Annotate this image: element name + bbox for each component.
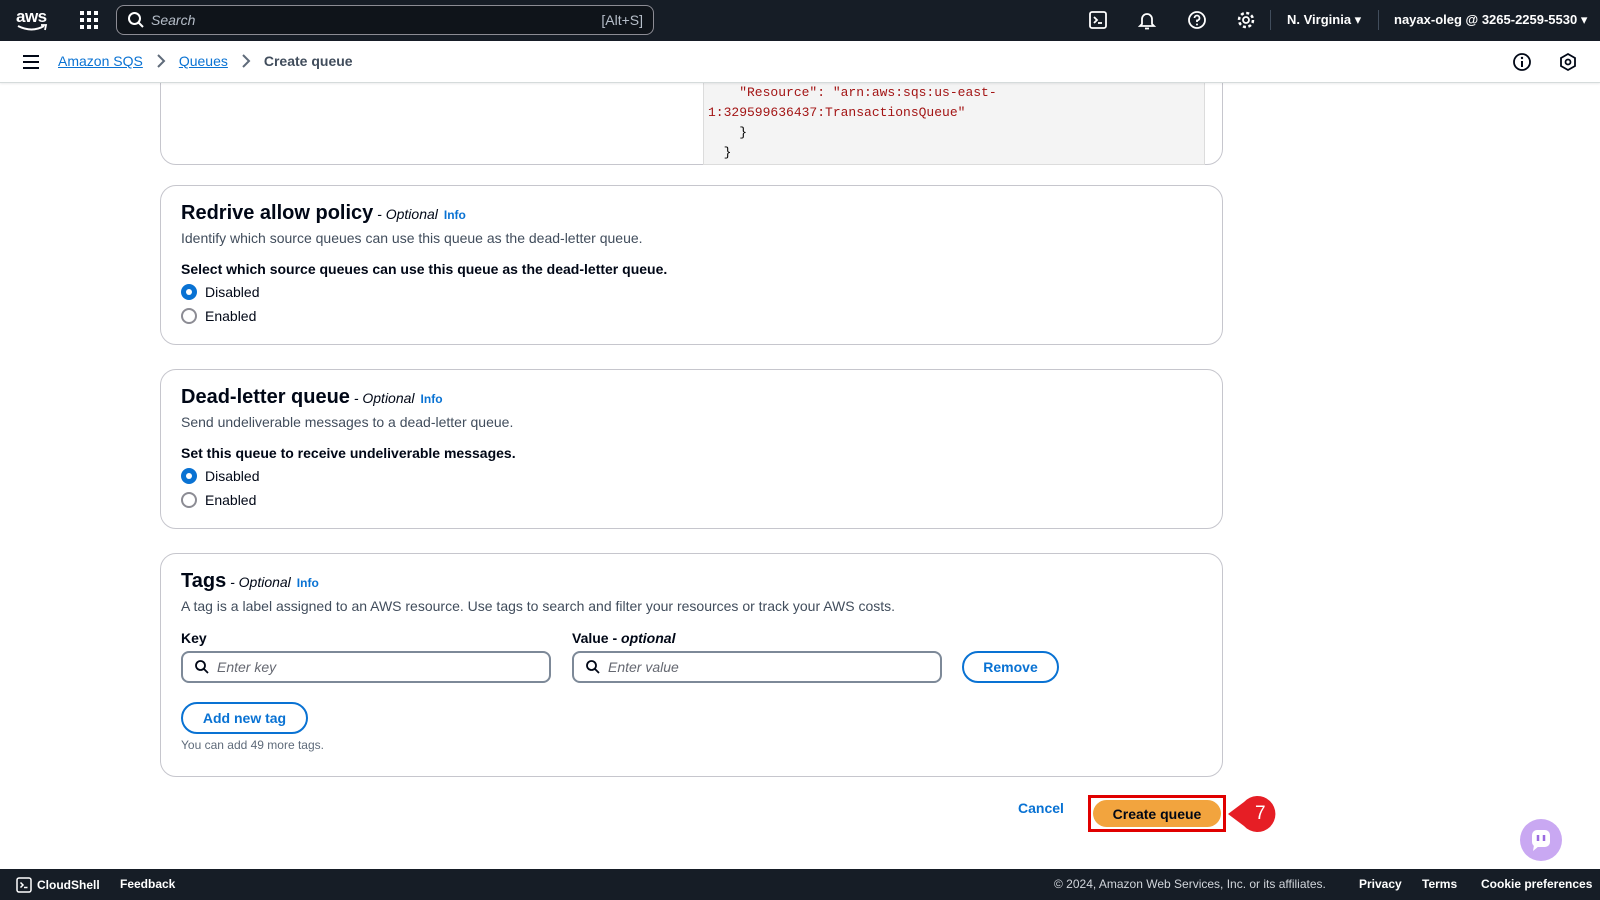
top-navigation: aws [Alt+S] N. Vir <box>0 0 1600 41</box>
tags-panel: Tags - Optional Info A tag is a label ass… <box>160 553 1223 777</box>
add-new-tag-button[interactable]: Add new tag <box>181 702 308 734</box>
aws-logo-text: aws <box>16 7 47 26</box>
radio-button[interactable] <box>181 492 197 508</box>
breadcrumb-current: Create queue <box>263 53 353 69</box>
radio-redrive-enabled[interactable]: Enabled <box>181 308 256 324</box>
redrive-title: Redrive allow policy <box>181 202 374 224</box>
chat-icon <box>1532 830 1550 851</box>
tag-key-input-wrapper[interactable] <box>181 651 551 683</box>
section-title: Redrive allow policy - Optional Info <box>181 202 466 225</box>
value-label-text: Value - <box>572 630 622 646</box>
optional-label: - Optional <box>226 574 291 590</box>
radio-label: Disabled <box>205 284 260 300</box>
cloudshell-label: CloudShell <box>37 878 100 892</box>
breadcrumb-amazon-sqs[interactable]: Amazon SQS <box>58 53 143 69</box>
section-title: Dead-letter queue - Optional Info <box>181 386 443 409</box>
chevron-right-icon <box>157 54 166 68</box>
radio-label: Enabled <box>205 308 257 324</box>
account-menu[interactable]: nayax-oleg @ 3265-2259-5530 ▾ <box>1394 12 1587 28</box>
cloudshell-icon[interactable] <box>1088 10 1108 30</box>
code-line: "Resource": "arn:aws:sqs:us-east- <box>708 85 997 100</box>
help-icon[interactable] <box>1187 10 1207 30</box>
dlq-description: Send undeliverable messages to a dead-le… <box>181 414 514 430</box>
create-queue-button[interactable]: Create queue <box>1093 800 1221 827</box>
radio-label: Disabled <box>205 468 260 484</box>
footer-copyright: © 2024, Amazon Web Services, Inc. or its… <box>1054 877 1326 891</box>
hexagon-settings-icon[interactable] <box>1558 52 1578 72</box>
radio-dlq-disabled[interactable]: Disabled <box>181 468 259 484</box>
redrive-description: Identify which source queues can use thi… <box>181 230 643 246</box>
region-selector[interactable]: N. Virginia ▾ <box>1287 12 1361 28</box>
footer-cookie-preferences-link[interactable]: Cookie preferences <box>1481 877 1592 891</box>
tags-title: Tags <box>181 570 227 592</box>
tag-key-input[interactable] <box>217 659 517 675</box>
dlq-question: Set this queue to receive undeliverable … <box>181 445 516 461</box>
services-grid-icon[interactable] <box>80 11 98 29</box>
notifications-bell-icon[interactable] <box>1137 10 1157 30</box>
radio-button[interactable] <box>181 308 197 324</box>
cancel-button[interactable]: Cancel <box>1018 800 1064 816</box>
access-policy-panel: "Resource": "arn:aws:sqs:us-east- 1:3295… <box>160 83 1223 165</box>
info-link[interactable]: Info <box>444 208 466 222</box>
search-shortcut: [Alt+S] <box>601 12 643 28</box>
chat-assistant-button[interactable] <box>1520 819 1562 861</box>
breadcrumb-queues[interactable]: Queues <box>179 53 228 69</box>
aws-logo[interactable]: aws <box>16 8 50 34</box>
code-line: } <box>708 145 732 160</box>
code-line: } <box>708 125 748 140</box>
redrive-allow-policy-panel: Redrive allow policy - Optional Info Iden… <box>160 185 1223 345</box>
footer-cloudshell[interactable]: CloudShell <box>16 877 100 893</box>
footer-terms-link[interactable]: Terms <box>1422 877 1457 891</box>
footer-feedback[interactable]: Feedback <box>120 877 175 891</box>
dlq-title: Dead-letter queue <box>181 386 350 408</box>
footer: CloudShell Feedback © 2024, Amazon Web S… <box>0 869 1600 900</box>
main-content: "Resource": "arn:aws:sqs:us-east- 1:3295… <box>0 83 1600 869</box>
tag-value-input[interactable] <box>608 659 908 675</box>
global-search[interactable]: [Alt+S] <box>116 5 654 35</box>
search-icon <box>128 12 144 28</box>
radio-button-selected[interactable] <box>181 284 197 300</box>
nav-divider <box>1378 10 1379 30</box>
dead-letter-queue-panel: Dead-letter queue - Optional Info Send un… <box>160 369 1223 529</box>
access-policy-json-editor[interactable]: "Resource": "arn:aws:sqs:us-east- 1:3295… <box>703 83 1205 165</box>
step-marker: 7 <box>1228 794 1288 834</box>
radio-label: Enabled <box>205 492 257 508</box>
redrive-question: Select which source queues can use this … <box>181 261 668 277</box>
breadcrumb: Amazon SQS Queues Create queue <box>58 53 353 69</box>
search-icon <box>195 660 209 674</box>
optional-label: - Optional <box>373 206 438 222</box>
settings-gear-icon[interactable] <box>1236 10 1256 30</box>
chevron-right-icon <box>242 54 251 68</box>
nav-divider <box>1270 10 1271 30</box>
tags-description: A tag is a label assigned to an AWS reso… <box>181 598 896 614</box>
tag-value-input-wrapper[interactable] <box>572 651 942 683</box>
code-line: 1:329599636437:TransactionsQueue" <box>708 105 966 120</box>
search-input[interactable] <box>151 12 602 28</box>
info-link[interactable]: Info <box>421 392 443 406</box>
info-panel-icon[interactable] <box>1512 52 1532 72</box>
info-link[interactable]: Info <box>297 576 319 590</box>
search-icon <box>586 660 600 674</box>
cloudshell-icon <box>16 877 32 893</box>
optional-label: - Optional <box>349 390 415 406</box>
tag-value-label: Value - optional <box>572 630 675 646</box>
hamburger-menu-icon[interactable] <box>22 54 40 70</box>
tags-remaining-hint: You can add 49 more tags. <box>181 738 324 752</box>
radio-button-selected[interactable] <box>181 468 197 484</box>
radio-redrive-disabled[interactable]: Disabled <box>181 284 259 300</box>
remove-tag-button[interactable]: Remove <box>962 651 1059 683</box>
footer-privacy-link[interactable]: Privacy <box>1359 877 1402 891</box>
step-number: 7 <box>1255 803 1266 824</box>
breadcrumb-bar: Amazon SQS Queues Create queue <box>0 41 1600 83</box>
radio-dlq-enabled[interactable]: Enabled <box>181 492 256 508</box>
section-title: Tags - Optional Info <box>181 570 319 593</box>
tag-key-label: Key <box>181 630 207 646</box>
value-optional-text: optional <box>621 630 676 646</box>
